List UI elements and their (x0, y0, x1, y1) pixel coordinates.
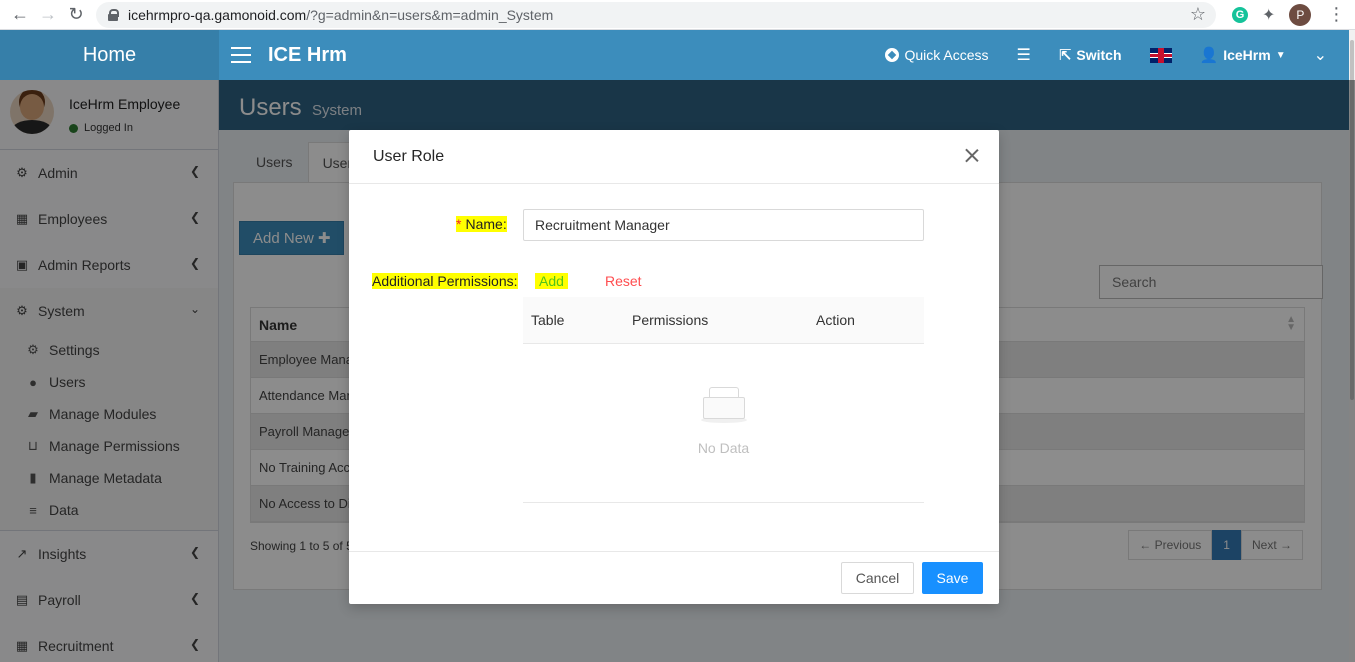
additional-permissions-label: Additional Permissions: (372, 273, 518, 289)
modal-title: User Role (373, 148, 445, 165)
bookmark-star-icon[interactable]: ☆ (1190, 4, 1206, 25)
chevron-down-icon: ⌄ (1313, 47, 1327, 64)
extensions-puzzle-icon[interactable]: ✦ (1262, 5, 1275, 25)
grammarly-extension-icon[interactable]: G (1232, 6, 1248, 23)
compass-icon (885, 48, 900, 62)
switch-button[interactable]: ⇱ Switch (1059, 46, 1122, 64)
external-link-icon: ⇱ (1058, 47, 1072, 64)
browser-menu-icon[interactable]: ⋮ (1327, 4, 1345, 25)
modal-header: User Role (349, 130, 999, 184)
user-icon: 👤 (1199, 47, 1219, 64)
url-host: icehrmpro-qa.gamonoid.com (128, 6, 307, 23)
cancel-button[interactable]: Cancel (841, 562, 914, 594)
user-menu-button[interactable]: 👤 IceHrm ▼ (1200, 46, 1286, 64)
hamburger-menu-icon[interactable] (231, 47, 251, 63)
name-field-label: * Name: (456, 216, 507, 232)
caret-down-icon: ▼ (1275, 49, 1286, 61)
switch-label: Switch (1076, 47, 1122, 63)
modal-footer: Cancel Save (349, 551, 999, 604)
browser-toolbar: ← → ↻ icehrmpro-qa.gamonoid.com/?g=admin… (0, 0, 1355, 30)
tasks-button[interactable]: ☰ (1016, 45, 1030, 65)
user-role-modal: User Role * Name: Recruitment Manager Add… (349, 130, 999, 604)
reset-permissions-link[interactable]: Reset (605, 273, 642, 289)
perm-label-text: Additional Permissions (372, 273, 514, 289)
quick-access-button[interactable]: Quick Access (885, 47, 988, 63)
lock-icon (108, 8, 119, 21)
tasks-list-icon: ☰ (1016, 47, 1031, 64)
user-menu-label: IceHrm (1223, 47, 1271, 63)
address-bar[interactable]: icehrmpro-qa.gamonoid.com/?g=admin&n=use… (96, 1, 1216, 28)
quick-access-label: Quick Access (904, 47, 989, 63)
url-path: /?g=admin&n=users&m=admin_System (306, 6, 554, 23)
empty-state-text: No Data (697, 440, 750, 456)
reload-icon[interactable]: ↻ (62, 3, 90, 27)
permissions-table: Table Permissions Action No Data (523, 297, 924, 503)
column-table: Table (531, 312, 565, 328)
save-button[interactable]: Save (922, 562, 983, 594)
empty-inbox-icon (701, 387, 747, 423)
app-header: Home ICE Hrm Quick Access ☰ ⇱ Switch 👤 I… (0, 30, 1355, 80)
uk-flag-icon (1149, 47, 1172, 63)
add-permission-link[interactable]: Add (535, 273, 568, 289)
app-title: ICE Hrm (268, 44, 347, 66)
top-nav: Quick Access ☰ ⇱ Switch 👤 IceHrm ▼ ⌄ (857, 30, 1355, 80)
back-arrow-icon[interactable]: ← (6, 3, 34, 27)
language-button[interactable] (1149, 47, 1172, 63)
close-icon[interactable] (965, 148, 979, 162)
profile-avatar-icon[interactable]: P (1289, 3, 1312, 26)
name-field[interactable]: Recruitment Manager (523, 209, 924, 241)
name-label-text: Name (465, 216, 503, 232)
forward-arrow-icon[interactable]: → (34, 3, 62, 27)
column-action: Action (816, 312, 855, 328)
home-logo[interactable]: Home (0, 30, 219, 80)
permissions-table-header: Table Permissions Action (523, 297, 924, 344)
column-permissions: Permissions (632, 312, 709, 328)
required-marker: * (456, 216, 462, 232)
